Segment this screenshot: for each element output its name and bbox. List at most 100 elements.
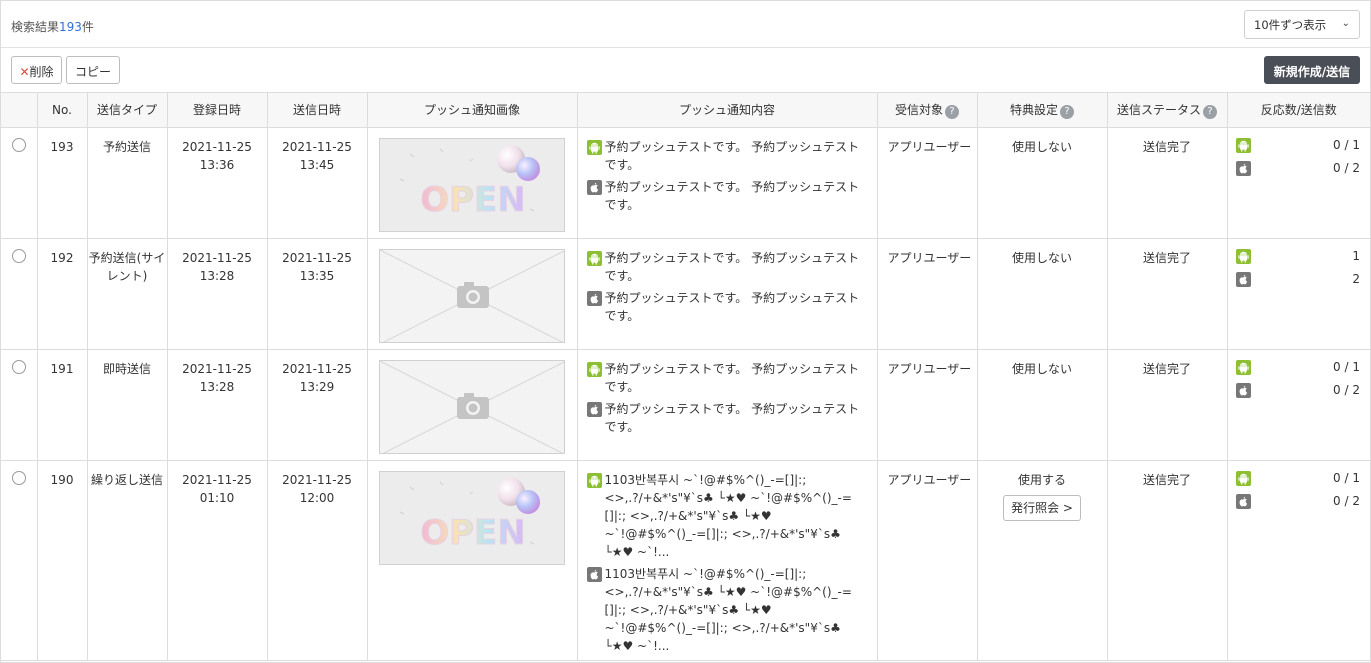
row-send-datetime: 2021-11-25 12:00 [267,460,368,661]
row-benefit: 使用する 発行照会 > [977,460,1108,661]
row-reaction: 0 / 1 0 / 2 [1227,349,1370,461]
row-image-cell: OPEN [367,460,578,661]
row-target: アプリユーザー [877,460,978,661]
row-radio[interactable] [11,470,26,485]
copy-button[interactable]: コピー [66,56,120,84]
row-send-type: 即時送信 [87,349,168,461]
push-image-thumbnail[interactable]: OPEN [379,470,565,565]
header-benefit: 特典設定? [977,93,1108,128]
help-icon[interactable]: ? [945,104,959,119]
row-send-type: 予約送信 [87,127,168,239]
row-send-datetime: 2021-11-25 13:29 [267,349,368,461]
row-reg-datetime: 2021-11-25 13:28 [167,238,268,350]
apple-icon [586,566,602,582]
apple-icon [586,179,602,195]
ios-count: 0 / 2 [1333,493,1360,508]
android-count: 0 / 1 [1333,470,1360,485]
result-bar: 検索結果193件 10件ずつ表示 ⌄ [1,1,1370,48]
android-count: 1 [1352,248,1360,263]
table-row: 193 予約送信 2021-11-25 13:36 2021-11-25 13:45… [1,127,1370,239]
row-no: 191 [37,349,88,461]
header-image: プッシュ通知画像 [367,93,578,128]
android-count: 0 / 1 [1333,137,1360,152]
close-icon: ✕ [19,65,30,79]
row-select-cell [1,238,38,350]
row-target: アプリユーザー [877,238,978,350]
svg-text:OPEN: OPEN [420,513,526,553]
result-count: 193 [59,20,82,34]
toolbar: ✕削除 コピー 新規作成/送信 [1,48,1370,93]
android-icon [1235,137,1251,153]
header-status: 送信ステータス? [1107,93,1228,128]
row-radio[interactable] [11,248,26,263]
help-icon[interactable]: ? [1203,104,1217,119]
issue-inquiry-button[interactable]: 発行照会 > [1003,494,1081,521]
svg-text:OPEN: OPEN [420,180,526,220]
row-content: 予約プッシュテストです。 予約プッシュテストです。 予約プッシュテストです。 予… [577,127,878,239]
push-notification-list: 検索結果193件 10件ずつ表示 ⌄ ✕削除 コピー 新規作成/送信 No. 送… [0,0,1371,663]
row-benefit: 使用しない [977,127,1108,239]
help-icon[interactable]: ? [1060,104,1074,119]
row-status: 送信完了 [1107,460,1228,661]
row-content: 1103반복푸시 ~`!@#$%^()_-=[]|:; <>,.?/+&*'s"… [577,460,878,661]
row-no: 190 [37,460,88,661]
row-reaction: 0 / 1 0 / 2 [1227,127,1370,239]
push-image-thumbnail[interactable] [379,248,565,343]
row-send-type: 繰り返し送信 [87,460,168,661]
row-send-datetime: 2021-11-25 13:45 [267,127,368,239]
table-row: 192 予約送信(サイレント) 2021-11-25 13:28 2021-11-… [1,238,1370,350]
android-icon [586,139,602,155]
row-reg-datetime: 2021-11-25 01:10 [167,460,268,661]
per-page-select[interactable]: 10件ずつ表示 ⌄ [1244,10,1360,39]
android-icon [586,250,602,266]
row-status: 送信完了 [1107,349,1228,461]
row-image-cell: OPEN [367,127,578,239]
apple-icon [1235,382,1251,398]
table-body: 193 予約送信 2021-11-25 13:36 2021-11-25 13:45… [1,127,1370,661]
apple-icon [1235,160,1251,176]
row-radio[interactable] [11,359,26,374]
row-no: 193 [37,127,88,239]
row-select-cell [1,460,38,661]
apple-icon [1235,493,1251,509]
android-icon [1235,470,1251,486]
row-no: 192 [37,238,88,350]
header-target: 受信対象? [877,93,978,128]
header-send-date[interactable]: 送信日時 [267,93,368,128]
apple-icon [586,290,602,306]
row-send-type: 予約送信(サイレント) [87,238,168,350]
row-select-cell [1,127,38,239]
apple-icon [586,401,602,417]
header-reg-date[interactable]: 登録日時 [167,93,268,128]
ios-count: 0 / 2 [1333,160,1360,175]
push-table: No. 送信タイプ 登録日時 送信日時 プッシュ通知画像 プッシュ通知内容 受信… [1,93,1370,661]
row-send-datetime: 2021-11-25 13:35 [267,238,368,350]
row-status: 送信完了 [1107,127,1228,239]
row-reg-datetime: 2021-11-25 13:28 [167,349,268,461]
push-image-thumbnail[interactable]: OPEN [379,137,565,232]
row-select-cell [1,349,38,461]
table-row: 191 即時送信 2021-11-25 13:28 2021-11-25 13:29… [1,349,1370,461]
android-icon [586,472,602,488]
row-content: 予約プッシュテストです。 予約プッシュテストです。 予約プッシュテストです。 予… [577,238,878,350]
row-image-cell [367,238,578,350]
android-count: 0 / 1 [1333,359,1360,374]
android-icon [1235,248,1251,264]
new-create-send-button[interactable]: 新規作成/送信 [1264,56,1360,84]
row-reg-datetime: 2021-11-25 13:36 [167,127,268,239]
row-benefit: 使用しない [977,238,1108,350]
row-target: アプリユーザー [877,127,978,239]
row-radio[interactable] [11,137,26,152]
header-send-type[interactable]: 送信タイプ [87,93,168,128]
ios-count: 0 / 2 [1333,382,1360,397]
header-select [1,93,38,128]
delete-button[interactable]: ✕削除 [11,56,62,84]
header-no[interactable]: No. [37,93,88,128]
row-content: 予約プッシュテストです。 予約プッシュテストです。 予約プッシュテストです。 予… [577,349,878,461]
header-content: プッシュ通知内容 [577,93,878,128]
push-image-thumbnail[interactable] [379,359,565,454]
table-row: 190 繰り返し送信 2021-11-25 01:10 2021-11-25 12:… [1,460,1370,661]
row-target: アプリユーザー [877,349,978,461]
row-status: 送信完了 [1107,238,1228,350]
android-icon [1235,359,1251,375]
